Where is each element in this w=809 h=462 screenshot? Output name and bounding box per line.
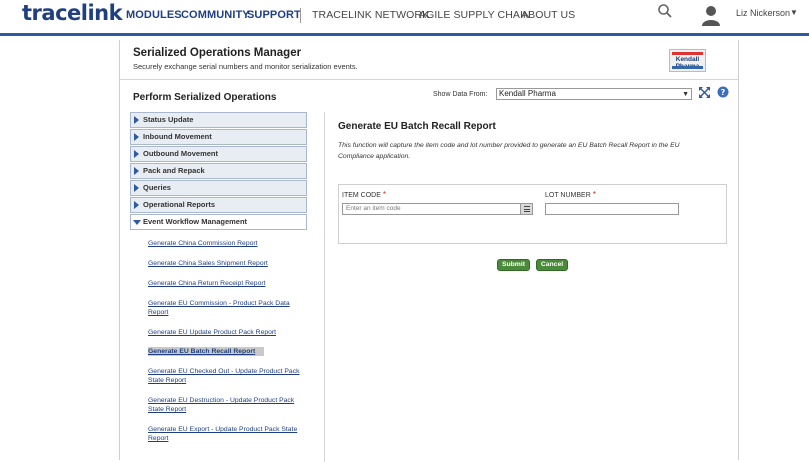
page-title: Serialized Operations Manager [133, 47, 302, 59]
caret-right-icon [134, 167, 139, 175]
item-code-label: ITEM CODE * [342, 190, 386, 199]
menu-queries[interactable]: Queries [130, 180, 307, 196]
user-avatar-icon[interactable] [700, 4, 722, 26]
top-navigation: tracelink MODULES COMMUNITY SUPPORT TRAC… [0, 0, 809, 36]
link-china-commission-report[interactable]: Generate China Commission Report [148, 239, 308, 248]
cancel-button[interactable]: Cancel [536, 259, 568, 271]
help-icon[interactable]: ? [717, 86, 729, 98]
kendall-pharma-logo: Kendall Pharma [669, 49, 706, 72]
menu-status-update[interactable]: Status Update [130, 112, 307, 128]
nav-support[interactable]: SUPPORT [247, 9, 301, 21]
show-data-select[interactable]: Kendall Pharma ▼ [496, 88, 692, 100]
svg-text:?: ? [721, 88, 726, 97]
user-name[interactable]: Liz Nickerson [736, 8, 790, 18]
required-mark: * [382, 190, 386, 199]
caret-right-icon [134, 184, 139, 192]
caret-right-icon [134, 201, 139, 209]
lot-number-input[interactable] [545, 203, 679, 215]
show-data-value: Kendall Pharma [499, 89, 556, 98]
link-eu-batch-recall-report[interactable]: Generate EU Batch Recall Report [148, 347, 264, 356]
search-icon[interactable] [657, 3, 673, 19]
menu-inbound-movement[interactable]: Inbound Movement [130, 129, 307, 145]
tracelink-logo[interactable]: tracelink [22, 1, 123, 25]
lookup-list-icon[interactable] [520, 204, 532, 214]
operations-menu: Status Update Inbound Movement Outbound … [130, 112, 325, 462]
nav-modules[interactable]: MODULES [126, 9, 182, 21]
show-data-label: Show Data From: [433, 91, 488, 98]
lot-number-label: LOT NUMBER * [545, 190, 596, 199]
nav-divider [300, 8, 301, 23]
main-frame: Serialized Operations Manager Securely e… [119, 40, 739, 462]
link-eu-commission-report[interactable]: Generate EU Commission - Product Pack Da… [148, 299, 308, 317]
link-china-return-receipt-report[interactable]: Generate China Return Receipt Report [148, 279, 308, 288]
report-form: ITEM CODE * Enter an item code LOT NUMBE… [338, 184, 727, 244]
item-code-input[interactable]: Enter an item code [342, 203, 533, 215]
submit-button[interactable]: Submit [497, 259, 530, 271]
app-header: Serialized Operations Manager Securely e… [120, 40, 738, 80]
link-eu-checked-out-report[interactable]: Generate EU Checked Out - Update Product… [148, 367, 308, 385]
page-subtitle: Securely exchange serial numbers and mon… [133, 62, 358, 71]
menu-pack-and-repack[interactable]: Pack and Repack [130, 163, 307, 179]
section-title: Perform Serialized Operations [133, 92, 277, 103]
report-title: Generate EU Batch Recall Report [338, 121, 496, 132]
caret-right-icon [134, 116, 139, 124]
link-china-sales-shipment-report[interactable]: Generate China Sales Shipment Report [148, 259, 308, 268]
nav-tracelink-network[interactable]: TRACELINK NETWORK [312, 9, 429, 21]
nav-about-us[interactable]: ABOUT US [521, 9, 575, 21]
required-mark: * [592, 190, 596, 199]
menu-outbound-movement[interactable]: Outbound Movement [130, 146, 307, 162]
caret-right-icon [134, 133, 139, 141]
expand-icon[interactable] [699, 87, 710, 98]
link-eu-update-product-pack-report[interactable]: Generate EU Update Product Pack Report [148, 328, 308, 337]
menu-event-workflow-management[interactable]: Event Workflow Management [130, 214, 307, 230]
chevron-down-icon[interactable]: ▼ [790, 8, 798, 17]
menu-operational-reports[interactable]: Operational Reports [130, 197, 307, 213]
report-description: This function will capture the item code… [338, 142, 680, 160]
nav-community[interactable]: COMMUNITY [181, 9, 250, 21]
link-eu-export-report[interactable]: Generate EU Export - Update Product Pack… [148, 425, 308, 443]
caret-down-icon [133, 220, 141, 225]
nav-agile-supply-chain[interactable]: AGILE SUPPLY CHAIN [419, 9, 531, 21]
caret-right-icon [134, 150, 139, 158]
chevron-down-icon: ▼ [682, 91, 689, 98]
link-eu-destruction-report[interactable]: Generate EU Destruction - Update Product… [148, 396, 308, 414]
